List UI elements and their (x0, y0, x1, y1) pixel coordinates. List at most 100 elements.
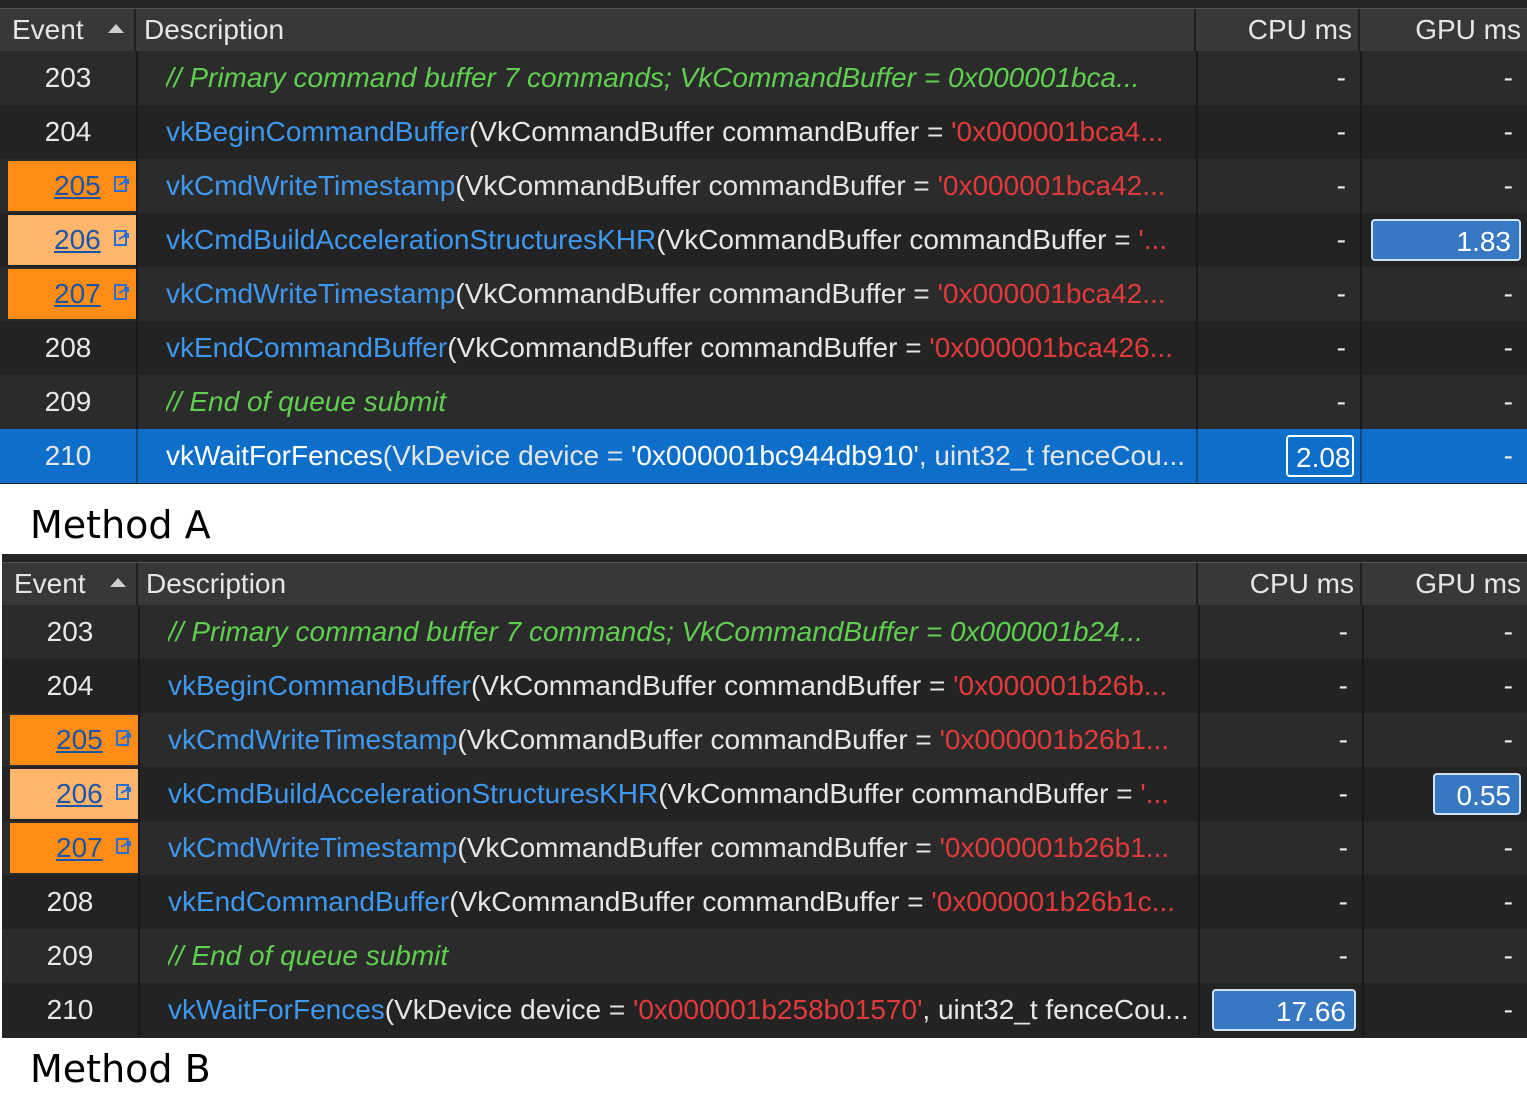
gpu-ms-value: 0.55 (1433, 773, 1521, 815)
cpu-ms-value: - (1336, 170, 1346, 201)
column-header-event[interactable]: Event (2, 563, 138, 605)
bookmark-link-icon[interactable] (116, 784, 132, 802)
bookmark-link-icon[interactable] (114, 230, 130, 248)
handle-address: '0x000001bca42... (937, 170, 1166, 201)
function-args: (VkDevice device = (382, 440, 631, 471)
column-divider (1362, 821, 1364, 875)
cpu-ms-cell: 2.08 (1196, 429, 1360, 483)
column-divider (1196, 375, 1198, 429)
column-header: Event Description CPU ms GPU ms (0, 8, 1527, 52)
column-header: Event Description CPU ms GPU ms (2, 562, 1527, 606)
column-divider (1362, 713, 1364, 767)
bookmark-link-icon[interactable] (116, 838, 132, 856)
event-browser-method-b: Event Description CPU ms GPU ms 203 // Pr… (2, 554, 1527, 1038)
event-link[interactable]: 207 (56, 823, 103, 873)
cpu-ms-value: - (1338, 670, 1348, 701)
cpu-ms-value: - (1338, 886, 1348, 917)
event-description: vkEndCommandBuffer(VkCommandBuffer comma… (166, 321, 1196, 375)
bookmarked-event-cell[interactable]: 206 (10, 769, 139, 819)
cpu-ms-cell: 17.66 (1198, 983, 1362, 1037)
column-divider (1360, 51, 1362, 105)
method-a-caption: Method A (30, 503, 211, 547)
table-row[interactable]: 206 vkCmdBuildAccelerationStructuresKHR(V… (0, 213, 1527, 267)
table-row[interactable]: 204 vkBeginCommandBuffer(VkCommandBuffer … (2, 659, 1527, 713)
bookmarked-event-cell[interactable]: 205 (10, 715, 139, 765)
bookmark-link-icon[interactable] (114, 176, 130, 194)
table-row[interactable]: 207 vkCmdWriteTimestamp(VkCommandBuffer c… (0, 267, 1527, 321)
event-description: vkCmdWriteTimestamp(VkCommandBuffer comm… (168, 821, 1198, 875)
event-link[interactable]: 205 (54, 161, 101, 211)
event-description: vkBeginCommandBuffer(VkCommandBuffer com… (168, 659, 1198, 713)
cpu-ms-value: - (1336, 332, 1346, 363)
function-name: vkBeginCommandBuffer (168, 670, 471, 701)
column-divider (1362, 605, 1364, 659)
bookmark-link-icon[interactable] (116, 730, 132, 748)
function-args: (VkCommandBuffer commandBuffer = (468, 116, 952, 147)
handle-address: '0x000001bc944db910' (631, 440, 919, 471)
table-row[interactable]: 207 vkCmdWriteTimestamp(VkCommandBuffer c… (2, 821, 1527, 875)
column-divider (1362, 767, 1364, 821)
cpu-ms-value: - (1338, 616, 1348, 647)
handle-address: '0x000001b26b1... (939, 832, 1170, 863)
table-row[interactable]: 204 vkBeginCommandBuffer(VkCommandBuffer … (0, 105, 1527, 159)
table-row[interactable]: 209 // End of queue submit - - (0, 375, 1527, 429)
table-row[interactable]: 210 vkWaitForFences(VkDevice device = '0x… (2, 983, 1527, 1037)
handle-address: '0x000001b26b1... (939, 724, 1170, 755)
event-number: 204 (44, 116, 92, 147)
event-description: vkBeginCommandBuffer(VkCommandBuffer com… (166, 105, 1196, 159)
table-row[interactable]: 203 // Primary command buffer 7 commands;… (2, 605, 1527, 659)
table-row[interactable]: 208 vkEndCommandBuffer(VkCommandBuffer co… (2, 875, 1527, 929)
function-name: vkWaitForFences (168, 994, 385, 1025)
function-name: vkCmdBuildAccelerationStructuresKHR (168, 778, 659, 809)
column-header-event[interactable]: Event (0, 9, 136, 51)
event-description: vkCmdWriteTimestamp(VkCommandBuffer comm… (168, 713, 1198, 767)
event-description: vkWaitForFences(VkDevice device = '0x000… (168, 983, 1198, 1037)
column-header-cpu-ms[interactable]: CPU ms (1198, 563, 1362, 605)
handle-address: '0x000001bca42... (937, 278, 1166, 309)
bookmarked-event-cell[interactable]: 206 (8, 215, 137, 265)
column-divider (1196, 159, 1198, 213)
column-divider (1198, 605, 1200, 659)
column-divider (136, 159, 138, 213)
table-row[interactable]: 203 // Primary command buffer 7 commands;… (0, 51, 1527, 105)
table-row[interactable]: 205 vkCmdWriteTimestamp(VkCommandBuffer c… (0, 159, 1527, 213)
handle-address: '0x000001b26b1c... (931, 886, 1175, 917)
function-name: vkEndCommandBuffer (166, 332, 448, 363)
event-link[interactable]: 206 (56, 769, 103, 819)
function-name: vkBeginCommandBuffer (166, 116, 469, 147)
bookmarked-event-cell[interactable]: 207 (8, 269, 137, 319)
comment-text: // End of queue submit (166, 386, 447, 417)
table-row[interactable]: 208 vkEndCommandBuffer(VkCommandBuffer co… (0, 321, 1527, 375)
column-header-event-label: Event (12, 14, 84, 45)
gpu-ms-cell: 1.83 (1360, 213, 1527, 267)
event-description: vkCmdWriteTimestamp(VkCommandBuffer comm… (166, 267, 1196, 321)
column-header-cpu-ms[interactable]: CPU ms (1196, 9, 1360, 51)
column-header-description[interactable]: Description (136, 9, 1196, 51)
event-number: 203 (44, 62, 92, 93)
column-divider (1196, 105, 1198, 159)
function-args: (VkCommandBuffer commandBuffer = (455, 278, 938, 309)
column-header-description[interactable]: Description (138, 563, 1198, 605)
bookmarked-event-cell[interactable]: 205 (8, 161, 137, 211)
table-row[interactable]: 210 vkWaitForFences(VkDevice device = '0x… (0, 429, 1527, 483)
function-args: (VkDevice device = (384, 994, 633, 1025)
gpu-ms-value: - (1503, 62, 1513, 93)
event-browser-method-a: Event Description CPU ms GPU ms 203 // Pr… (0, 0, 1527, 484)
event-link[interactable]: 207 (54, 269, 101, 319)
bookmark-link-icon[interactable] (114, 284, 130, 302)
table-row[interactable]: 209 // End of queue submit - - (2, 929, 1527, 983)
column-divider (138, 767, 140, 821)
table-row[interactable]: 205 vkCmdWriteTimestamp(VkCommandBuffer c… (2, 713, 1527, 767)
table-row[interactable]: 206 vkCmdBuildAccelerationStructuresKHR(V… (2, 767, 1527, 821)
event-link[interactable]: 205 (56, 715, 103, 765)
bookmarked-event-cell[interactable]: 207 (10, 823, 139, 873)
column-header-gpu-ms[interactable]: GPU ms (1360, 9, 1527, 51)
event-link[interactable]: 206 (54, 215, 101, 265)
gpu-ms-value: - (1503, 832, 1513, 863)
column-header-gpu-ms[interactable]: GPU ms (1362, 563, 1527, 605)
column-divider (1360, 213, 1362, 267)
event-number: 203 (46, 616, 94, 647)
column-divider (1198, 767, 1200, 821)
column-divider (1360, 267, 1362, 321)
column-header-event-label: Event (14, 568, 86, 599)
